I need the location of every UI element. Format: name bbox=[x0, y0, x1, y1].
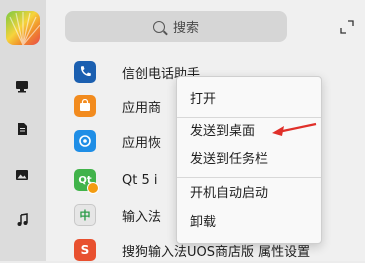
menu-divider bbox=[177, 117, 321, 118]
list-item[interactable]: 中 输入法 bbox=[74, 202, 161, 228]
list-item[interactable]: 应用恢 bbox=[74, 128, 161, 154]
app-store-icon bbox=[74, 95, 96, 117]
app-label: 应用商 bbox=[122, 100, 162, 116]
search-icon bbox=[152, 20, 165, 33]
sogou-icon: S bbox=[74, 239, 96, 261]
app-label: 应用恢 bbox=[122, 135, 162, 151]
menu-item-open[interactable]: 打开 bbox=[190, 89, 216, 111]
picture-icon[interactable] bbox=[14, 168, 30, 184]
left-sidebar bbox=[0, 0, 46, 261]
menu-item-send-to-taskbar[interactable]: 发送到任务栏 bbox=[190, 149, 268, 171]
annotation-arrow-icon bbox=[272, 122, 317, 136]
search-label: 搜索 bbox=[172, 21, 199, 36]
menu-item-send-to-desktop[interactable]: 发送到桌面 bbox=[190, 121, 255, 143]
list-item[interactable]: 应用商 bbox=[74, 93, 161, 119]
avatar[interactable] bbox=[6, 11, 40, 45]
menu-item-uninstall[interactable]: 卸载 bbox=[190, 212, 216, 234]
context-menu: 打开 发送到桌面 发送到任务栏 开机自动启动 卸载 bbox=[176, 76, 322, 244]
menu-divider bbox=[177, 177, 321, 178]
qt-icon: Qt bbox=[74, 169, 99, 194]
keyboard-icon: 中 bbox=[74, 204, 96, 226]
menu-item-autostart[interactable]: 开机自动启动 bbox=[190, 183, 268, 205]
list-item[interactable]: Qt Qt 5 i bbox=[74, 167, 158, 194]
computer-icon[interactable] bbox=[14, 79, 30, 95]
restore-icon bbox=[74, 130, 96, 152]
document-icon[interactable] bbox=[14, 122, 30, 138]
music-icon[interactable] bbox=[14, 213, 30, 229]
app-label: 输入法 bbox=[122, 209, 162, 225]
app-label: Qt 5 i bbox=[122, 172, 158, 188]
fullscreen-icon[interactable] bbox=[340, 19, 354, 34]
phone-icon bbox=[74, 61, 96, 83]
search-box[interactable]: 搜索 bbox=[65, 11, 287, 42]
